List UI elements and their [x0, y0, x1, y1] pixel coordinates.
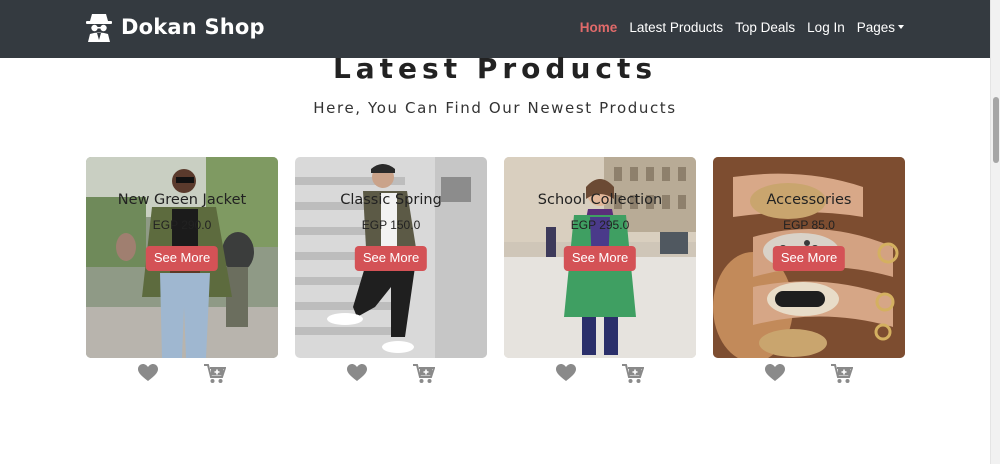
- card-actions: [295, 358, 487, 388]
- caret-down-icon: [898, 25, 904, 29]
- product-name: School Collection: [537, 192, 663, 208]
- add-to-cart-icon[interactable]: [413, 364, 435, 384]
- section-subtitle: Here, You Can Find Our Newest Products: [313, 99, 677, 117]
- nav-links: Home Latest Products Top Deals Log In Pa…: [568, 20, 904, 35]
- vertical-scrollbar[interactable]: [990, 0, 1000, 464]
- product-price: EGP 295.0: [570, 218, 630, 232]
- product-name: New Green Jacket: [117, 192, 247, 208]
- brand-link[interactable]: Dokan Shop: [86, 12, 265, 42]
- product-card: School Collection EGP 295.0 See More: [504, 157, 696, 464]
- product-name: Accessories: [766, 192, 852, 208]
- product-price: EGP 150.0: [361, 218, 421, 232]
- scrollbar-thumb[interactable]: [993, 97, 999, 163]
- nav-top-deals[interactable]: Top Deals: [735, 20, 795, 35]
- nav-pages-label: Pages: [856, 20, 895, 35]
- spy-icon: [86, 14, 112, 42]
- see-more-button[interactable]: See More: [563, 246, 637, 271]
- product-card: Classic Spring EGP 150.0 See More: [295, 157, 487, 464]
- heart-icon[interactable]: [765, 364, 785, 382]
- see-more-button[interactable]: See More: [772, 246, 846, 271]
- section-title: Latest Products: [332, 52, 658, 85]
- nav-home[interactable]: Home: [580, 20, 618, 35]
- add-to-cart-icon[interactable]: [622, 364, 644, 384]
- brand-name: Dokan Shop: [121, 15, 265, 39]
- heart-icon[interactable]: [347, 364, 367, 382]
- card-actions: [86, 358, 278, 388]
- heart-icon[interactable]: [138, 364, 158, 382]
- add-to-cart-icon[interactable]: [831, 364, 853, 384]
- see-more-button[interactable]: See More: [145, 246, 219, 271]
- see-more-button[interactable]: See More: [354, 246, 428, 271]
- add-to-cart-icon[interactable]: [204, 364, 226, 384]
- product-price: EGP 290.0: [152, 218, 212, 232]
- product-name: Classic Spring: [340, 192, 442, 208]
- product-card: New Green Jacket EGP 290.0 See More: [86, 157, 278, 464]
- nav-log-in[interactable]: Log In: [807, 20, 845, 35]
- navbar: Dokan Shop Home Latest Products Top Deal…: [0, 0, 990, 58]
- heart-icon[interactable]: [556, 364, 576, 382]
- card-actions: [713, 358, 905, 388]
- card-actions: [504, 358, 696, 388]
- nav-pages-dropdown[interactable]: Pages: [857, 20, 904, 35]
- product-card: Accessories EGP 85.0 See More: [713, 157, 905, 464]
- nav-latest-products[interactable]: Latest Products: [629, 20, 723, 35]
- product-price: EGP 85.0: [783, 218, 835, 232]
